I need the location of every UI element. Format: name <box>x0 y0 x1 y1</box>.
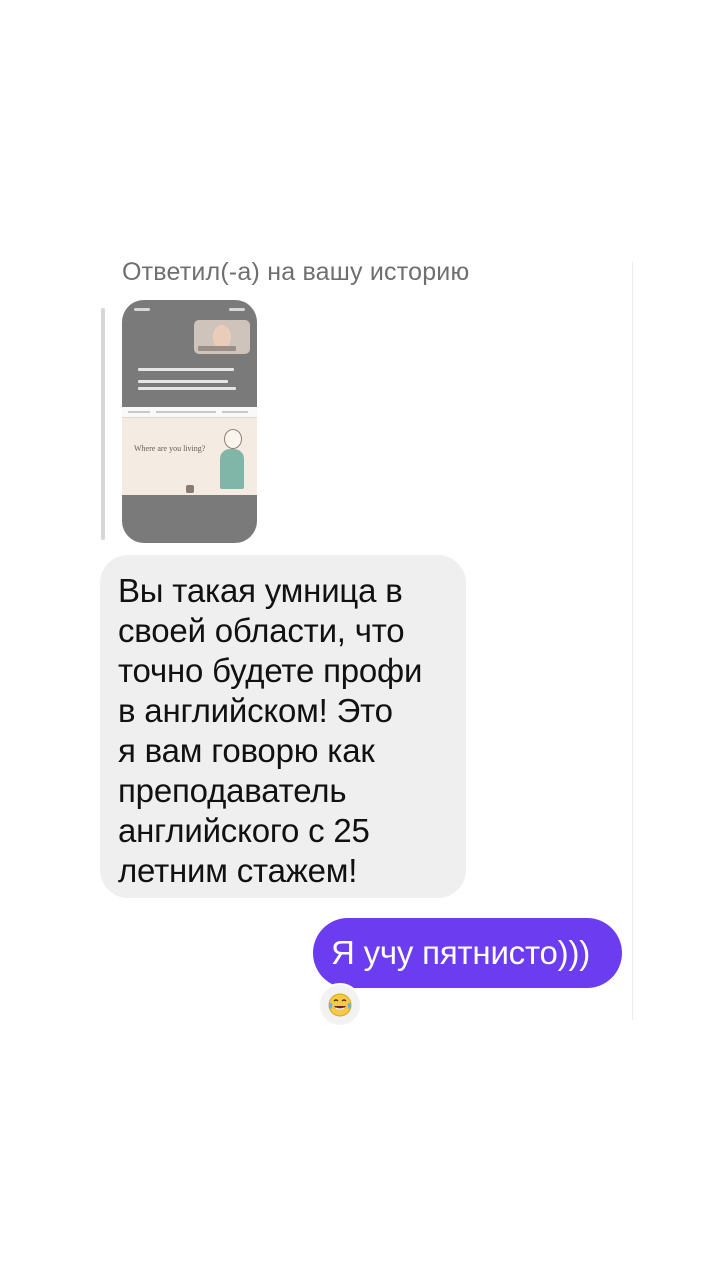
thumbnail-caption-line <box>138 387 236 390</box>
chat-right-divider <box>632 262 633 1020</box>
outgoing-message-text: Я учу пятнисто))) <box>331 934 591 971</box>
thumbnail-status-bar <box>134 308 245 314</box>
thumbnail-slide: Where are you living? <box>122 407 257 495</box>
message-reaction[interactable] <box>318 983 362 1027</box>
story-reply-header: Ответил(-а) на вашу историю <box>122 258 470 286</box>
face-with-tears-of-joy-icon <box>328 993 352 1017</box>
outgoing-message-bubble[interactable]: Я учу пятнисто))) <box>313 918 622 988</box>
thumbnail-caption-line <box>138 368 234 371</box>
thumbnail-caption-line <box>138 380 228 383</box>
incoming-message-text: Вы такая умница в своей области, что точ… <box>118 572 423 889</box>
story-thumbnail[interactable]: Where are you living? <box>122 300 257 543</box>
thumbnail-slide-question: Where are you living? <box>134 444 206 453</box>
incoming-message-bubble[interactable]: Вы такая умница в своей области, что точ… <box>100 555 466 898</box>
thumbnail-illustration <box>218 429 246 491</box>
thumbnail-video-preview <box>194 320 250 354</box>
story-quote-bar <box>101 308 105 540</box>
